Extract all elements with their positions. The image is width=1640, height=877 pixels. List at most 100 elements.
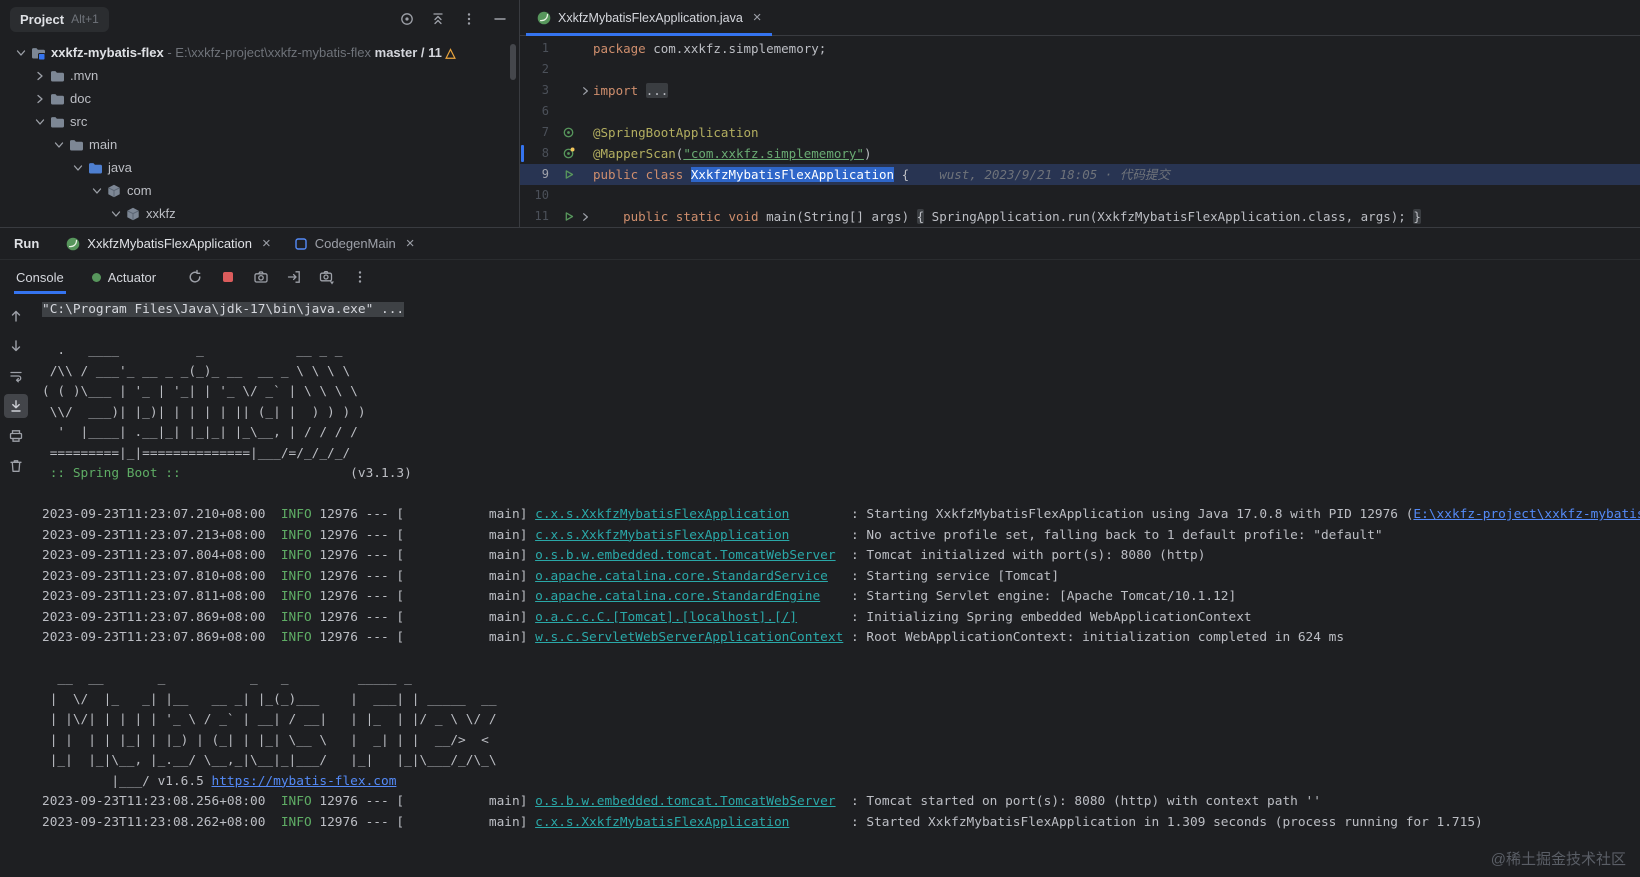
project-icon bbox=[29, 45, 46, 61]
project-panel-header: Project Alt+1 bbox=[0, 0, 519, 38]
console-tab-label: Console bbox=[16, 269, 64, 285]
thread-dump-button[interactable] bbox=[252, 268, 270, 286]
fold-icon[interactable] bbox=[578, 209, 593, 225]
line-number: 1 bbox=[541, 41, 549, 55]
tree-item-label: main bbox=[89, 137, 118, 152]
line-number: 6 bbox=[541, 104, 549, 118]
tree-item-label: xxkfz bbox=[146, 206, 176, 221]
tree-item[interactable]: main bbox=[0, 133, 519, 156]
detach-button[interactable] bbox=[285, 268, 303, 286]
tree-item-label: com bbox=[127, 183, 152, 198]
change-marker bbox=[521, 145, 524, 162]
fold-icon[interactable] bbox=[578, 83, 593, 99]
project-tool-tab[interactable]: Project Alt+1 bbox=[10, 6, 109, 32]
console-line: =========|_|==============|___/=/_/_/_/ bbox=[42, 445, 351, 461]
locate-file-icon[interactable] bbox=[398, 10, 416, 28]
soft-wrap-button[interactable] bbox=[4, 364, 28, 388]
code-line: 3 import ... bbox=[520, 80, 1640, 101]
folder-src-icon bbox=[86, 160, 103, 176]
project-tree-scrollbar[interactable] bbox=[510, 44, 516, 80]
close-icon[interactable]: × bbox=[406, 236, 415, 251]
console-line: 2023-09-23T11:23:07.869+08:00 INFO 12976… bbox=[42, 630, 1345, 645]
tree-item[interactable]: doc bbox=[0, 87, 519, 110]
console-line: | | | | |_| | |_) | (_| | |_| \__ \ | _|… bbox=[42, 732, 489, 748]
code-line: 2 bbox=[520, 59, 1640, 80]
stop-button[interactable] bbox=[219, 268, 237, 286]
chevron-down-icon[interactable] bbox=[31, 114, 48, 130]
actuator-tab-label: Actuator bbox=[107, 269, 157, 285]
code-text: import ... bbox=[593, 83, 669, 98]
up-stack-button[interactable] bbox=[4, 304, 28, 328]
console-line: \\/ ___)| |_)| | | | | || (_| | ) ) ) ) bbox=[42, 404, 366, 420]
console-line: |_| |_|\__, |_.__/ \__,_|\__|_|___/ |_| … bbox=[42, 753, 497, 768]
rerun-button[interactable] bbox=[186, 268, 204, 286]
code-text: package com.xxkfz.simplememory; bbox=[593, 41, 827, 56]
package-icon bbox=[105, 183, 122, 199]
console-link[interactable]: https://mybatis-flex.com bbox=[212, 774, 397, 789]
heap-dump-button[interactable] bbox=[318, 268, 336, 286]
hide-panel-icon[interactable] bbox=[491, 10, 509, 28]
chevron-down-icon[interactable] bbox=[50, 137, 67, 153]
console-output[interactable]: "C:\Program Files\Java\jdk-17\bin\java.e… bbox=[32, 294, 1640, 877]
scroll-to-end-button[interactable] bbox=[4, 394, 28, 418]
tree-item-label: java bbox=[108, 160, 132, 175]
chevron-down-icon[interactable] bbox=[88, 183, 105, 199]
print-button[interactable] bbox=[4, 424, 28, 448]
tree-item[interactable]: java bbox=[0, 156, 519, 179]
more-options-icon[interactable] bbox=[460, 10, 478, 28]
more-button[interactable] bbox=[351, 268, 369, 286]
bean-warn-gutter-icon[interactable] bbox=[558, 147, 578, 160]
code-line: 8 @MapperScan("com.xxkfz.simplememory") bbox=[520, 143, 1640, 164]
collapse-all-icon[interactable] bbox=[429, 10, 447, 28]
down-stack-button[interactable] bbox=[4, 334, 28, 358]
tree-item[interactable]: xxkfz bbox=[0, 202, 519, 225]
actuator-status-icon bbox=[91, 272, 101, 282]
chevron-down-icon[interactable] bbox=[69, 160, 86, 176]
tab-console[interactable]: Console bbox=[14, 260, 66, 294]
folder-icon bbox=[67, 137, 84, 153]
bean-gutter-icon[interactable] bbox=[558, 126, 578, 139]
project-panel: Project Alt+1 xxkfz-mybatis-flex - E:\xx… bbox=[0, 0, 520, 227]
console-area: "C:\Program Files\Java\jdk-17\bin\java.e… bbox=[0, 294, 1640, 877]
editor-tab-label: XxkfzMybatisFlexApplication.java bbox=[558, 10, 743, 25]
tree-item[interactable]: src bbox=[0, 110, 519, 133]
chevron-right-icon[interactable] bbox=[31, 68, 48, 84]
console-line: ' |____| .__|_| |_|_| |_\__, | / / / / bbox=[42, 425, 358, 440]
chevron-down-icon[interactable] bbox=[107, 206, 124, 222]
class-icon bbox=[293, 236, 309, 252]
console-link[interactable]: E:\xxkfz-project\xxkfz-mybatis-flex bbox=[1413, 507, 1640, 522]
chevron-right-icon[interactable] bbox=[31, 91, 48, 107]
close-tab-icon[interactable]: × bbox=[753, 10, 762, 25]
tab-actuator[interactable]: Actuator bbox=[90, 260, 158, 294]
code-line: 9 public class XxkfzMybatisFlexApplicatio… bbox=[520, 164, 1640, 185]
run-tab-xxkfzmybatisflexapplication[interactable]: XxkfzMybatisFlexApplication × bbox=[57, 233, 279, 255]
tree-item[interactable]: com bbox=[0, 179, 519, 202]
run-gutter-icon[interactable] bbox=[558, 210, 578, 223]
console-line: 2023-09-23T11:23:07.804+08:00 INFO 12976… bbox=[42, 548, 1206, 563]
console-line: 2023-09-23T11:23:07.213+08:00 INFO 12976… bbox=[42, 527, 1383, 543]
project-panel-title: Project bbox=[20, 11, 65, 27]
code-line: 10 bbox=[520, 185, 1640, 206]
close-icon[interactable]: × bbox=[262, 236, 271, 251]
line-number: 8 bbox=[541, 146, 549, 160]
line-number: 11 bbox=[534, 209, 549, 223]
tree-item[interactable]: .mvn bbox=[0, 64, 519, 87]
run-gutter-icon[interactable] bbox=[558, 168, 578, 181]
code-editor[interactable]: 1 package com.xxkfz.simplememory; 2 3 import… bbox=[520, 36, 1640, 227]
console-line: |___/ v1.6.5 https://mybatis-flex.com bbox=[42, 773, 397, 789]
run-tab-label: XxkfzMybatisFlexApplication bbox=[87, 236, 253, 251]
run-tab-codegenmain[interactable]: CodegenMain × bbox=[285, 233, 423, 255]
top-row: Project Alt+1 xxkfz-mybatis-flex - E:\xx… bbox=[0, 0, 1640, 227]
console-line: | |\/| | | | | '_ \ / _` | __| / __| | |… bbox=[42, 712, 497, 727]
line-number: 9 bbox=[541, 167, 549, 181]
editor-tab-java-file[interactable]: XxkfzMybatisFlexApplication.java × bbox=[526, 0, 772, 36]
spring-boot-file-icon bbox=[536, 10, 552, 26]
spring-icon bbox=[65, 236, 81, 252]
console-line: /\\ / ___'_ __ _ _(_)_ __ __ _ \ \ \ \ bbox=[42, 363, 351, 379]
clear-all-button[interactable] bbox=[4, 454, 28, 478]
tree-item[interactable]: xxkfz-mybatis-flex - E:\xxkfz-project\xx… bbox=[0, 41, 519, 64]
chevron-down-icon[interactable] bbox=[12, 45, 29, 61]
tree-item-label: xxkfz-mybatis-flex - E:\xxkfz-project\xx… bbox=[51, 44, 456, 60]
